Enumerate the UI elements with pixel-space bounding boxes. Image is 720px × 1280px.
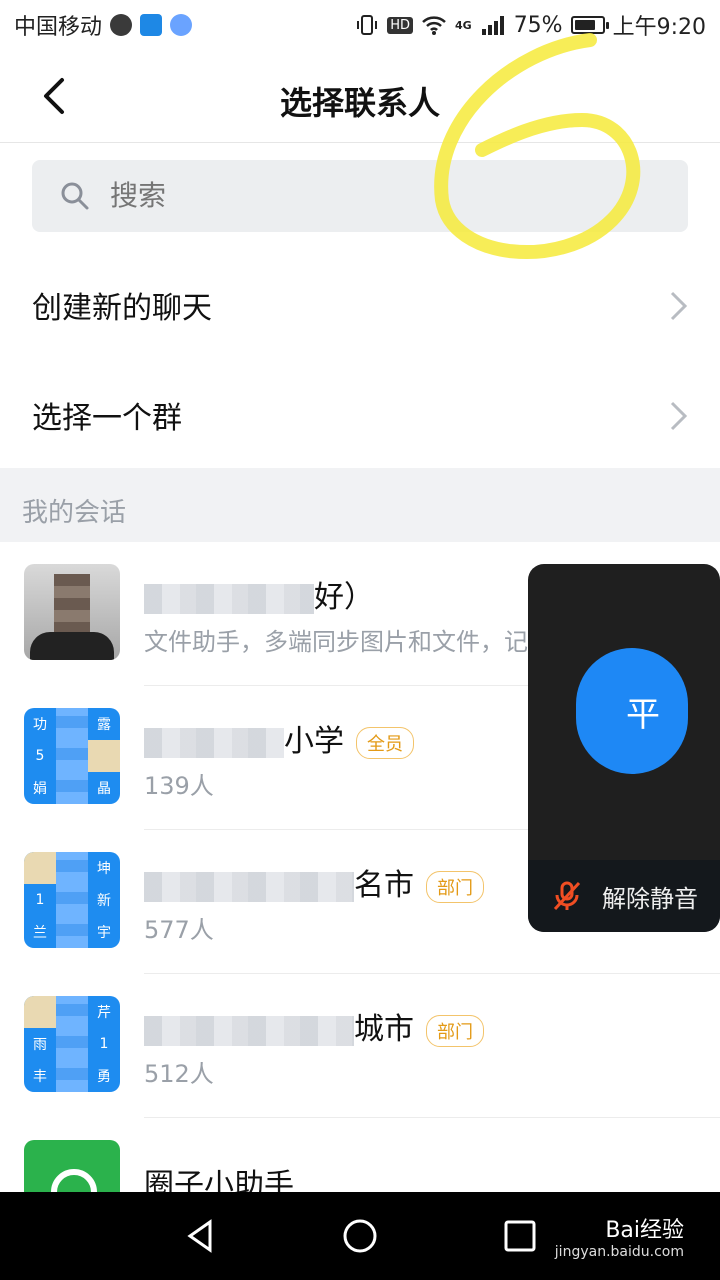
group-avatar: 芹 雨1 丰勇: [24, 996, 120, 1092]
alipay-icon: [140, 14, 163, 36]
recents-square-icon[interactable]: [500, 1216, 540, 1256]
conversation-title: 小学 全员: [144, 716, 414, 760]
role-badge: 部门: [426, 1014, 484, 1047]
conversation-item[interactable]: 芹 雨1 丰勇 城市 部门 512人: [0, 974, 720, 1118]
create-new-chat-row[interactable]: 创建新的聊天: [0, 250, 720, 360]
hd-badge: HD: [387, 16, 413, 34]
section-header: 我的会话: [0, 468, 720, 542]
section-label: 我的会话: [22, 498, 127, 528]
role-badge: 全员: [356, 726, 414, 759]
group-avatar: 功露 5 娟晶: [24, 708, 120, 804]
conversation-title: 名市 部门: [144, 860, 484, 904]
home-circle-icon[interactable]: [340, 1216, 380, 1256]
chevron-right-icon: [670, 291, 688, 321]
back-triangle-icon[interactable]: [180, 1216, 220, 1256]
navigation-bar: 选择联系人: [0, 50, 720, 143]
watermark-brand: Bai经验: [605, 1218, 684, 1243]
watermark-url: jingyan.baidu.com: [554, 1244, 684, 1260]
vibrate-icon: [357, 15, 378, 35]
status-bar: 中国移动 HD 4G 75% 上午9:20: [0, 0, 720, 50]
chat-bubble-icon: [51, 1169, 97, 1192]
create-new-chat-label: 创建新的聊天: [32, 291, 212, 326]
conversation-subtitle: 文件助手，多端同步图片和文件，记: [144, 628, 528, 656]
battery-icon: [570, 16, 609, 34]
conversation-title: 好）: [144, 572, 374, 616]
conversation-title: 城市 部门: [144, 1004, 484, 1048]
select-group-label: 选择一个群: [32, 401, 182, 436]
member-count: 577人: [144, 916, 214, 944]
unmute-label: 解除静音: [602, 884, 698, 913]
avatar: [24, 564, 120, 660]
signal-icon: [481, 16, 504, 35]
unmute-button[interactable]: 解除静音: [528, 860, 720, 932]
caller-avatar: 平: [576, 648, 688, 774]
conversation-item[interactable]: 圈子小助手: [0, 1118, 720, 1192]
search-input[interactable]: [108, 179, 652, 213]
clock: 上午9:20: [612, 15, 706, 40]
group-avatar: 坤 1新 兰宇: [24, 852, 120, 948]
carrier-label: 中国移动: [14, 15, 103, 40]
search-bar[interactable]: [32, 160, 688, 232]
signal-label: 4G: [455, 18, 472, 32]
notification-icon: [110, 14, 133, 36]
search-icon: [61, 182, 89, 210]
member-count: 512人: [144, 1060, 214, 1088]
member-count: 139人: [144, 772, 214, 800]
battery-percent: 75%: [513, 12, 563, 38]
assistant-avatar: [24, 1140, 120, 1192]
system-navigation-bar: Bai经验 jingyan.baidu.com: [0, 1192, 720, 1280]
role-badge: 部门: [426, 870, 484, 903]
floating-call-window[interactable]: 平 解除静音: [528, 564, 720, 932]
browser-icon: [170, 14, 193, 36]
select-group-row[interactable]: 选择一个群: [0, 360, 720, 470]
baidu-watermark: Bai经验 jingyan.baidu.com: [555, 1212, 684, 1260]
chevron-right-icon: [670, 401, 688, 431]
page-title: 选择联系人: [279, 84, 440, 122]
muted-microphone-icon: [553, 881, 581, 911]
wifi-icon: [422, 16, 446, 35]
conversation-title: 圈子小助手: [144, 1168, 294, 1192]
